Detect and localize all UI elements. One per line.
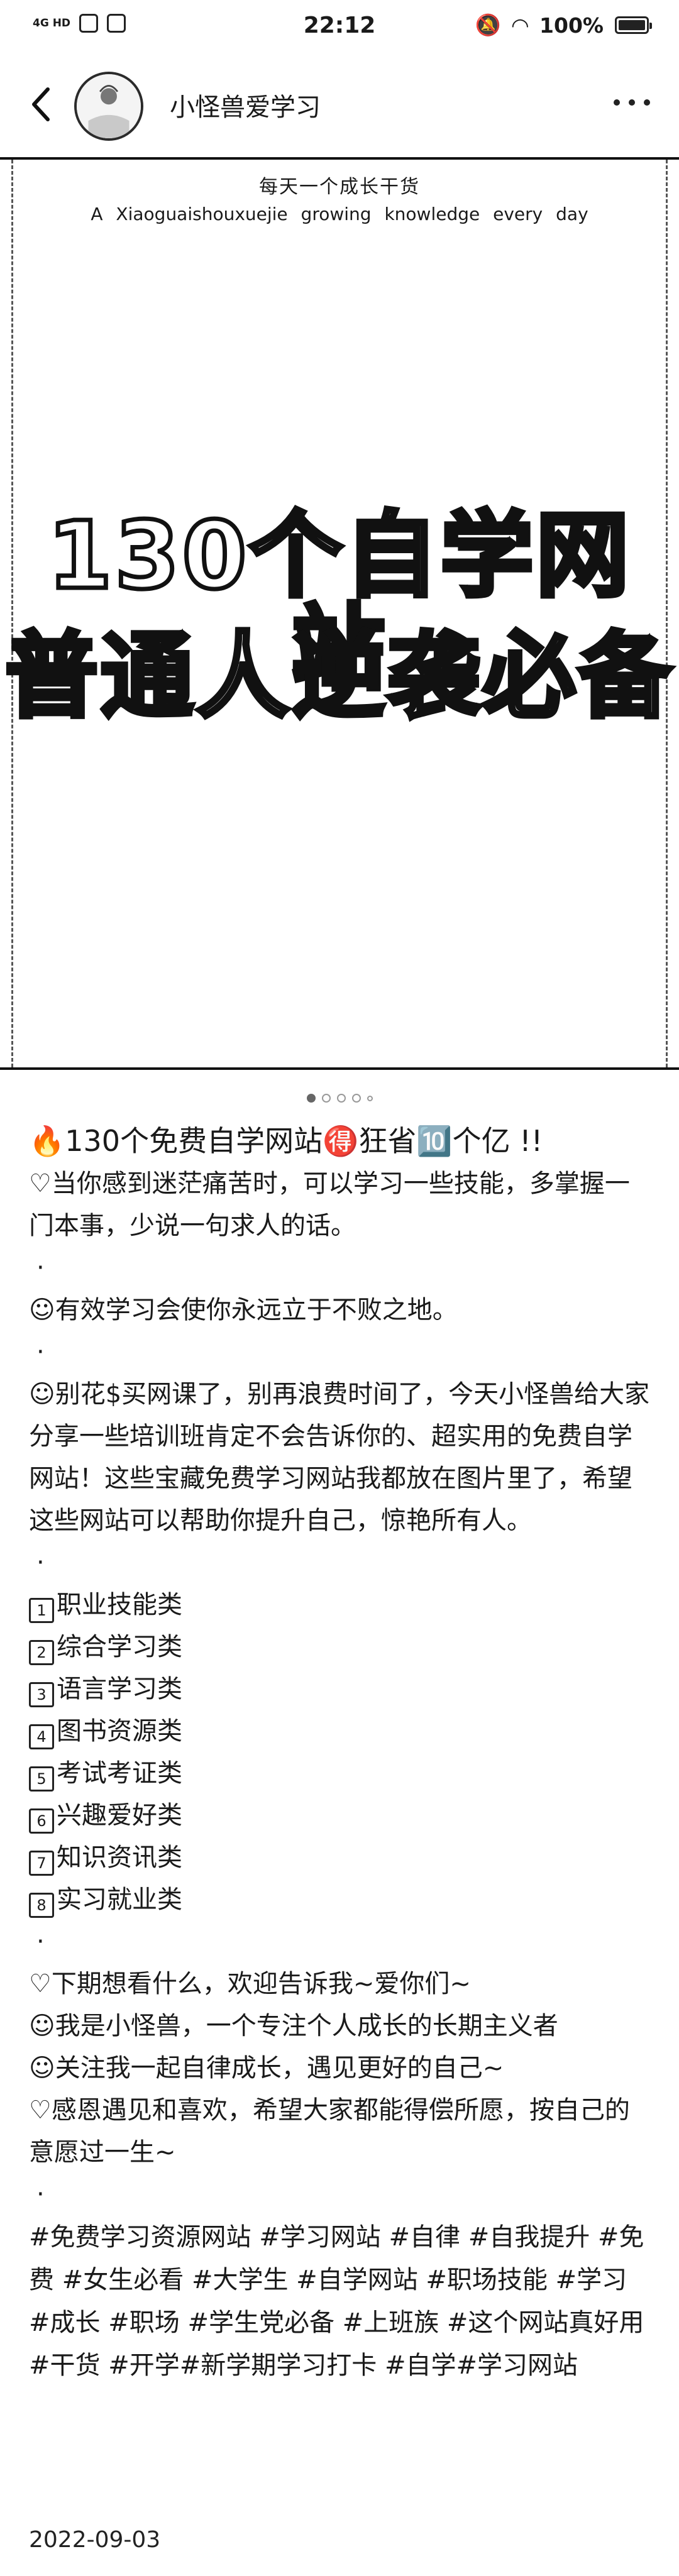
list-item: 8 实习就业类 [29,1879,651,1921]
image-headline-2: 普通人逆袭必备 [3,622,674,730]
image-subtitle-cn: 每天一个成长干货 [259,176,420,198]
status-bar: 4G HD 22:12 🔕 ◠ 100% [0,0,679,55]
number-badge-icon: 6 [29,1808,54,1834]
carousel-dot-active [306,1094,316,1103]
closing-line: ☺我是小怪兽，一个专注个人成长的长期主义者 [29,2012,558,2040]
carousel-dot [321,1094,331,1103]
category-label: 图书资源类 [57,1717,182,1746]
carousel-dot [367,1095,373,1101]
number-badge-icon: 2 [29,1640,54,1665]
closing-line: ♡感恩遇见和喜欢，希望大家都能得偿所愿，按自己的意愿过一生~ [29,2096,630,2167]
number-badge-icon: 7 [29,1851,54,1876]
list-item: 1 职业技能类 [29,1584,651,1626]
category-label: 综合学习类 [57,1632,182,1661]
number-badge-icon: 4 [29,1724,54,1749]
separator-dot: · [36,1253,45,1282]
more-dot-icon [644,99,650,106]
more-options-button[interactable] [614,99,650,106]
mute-icon: 🔕 [475,13,501,37]
paragraph-1: ♡当你感到迷茫痛苦时，可以学习一些技能，多掌握一门本事，少说一句求人的话。 [29,1169,630,1240]
closing-line: ♡下期想看什么，欢迎告诉我~爱你们~ [29,1969,471,1998]
category-label: 职业技能类 [57,1590,182,1619]
category-list: 1 职业技能类 2 综合学习类 3 语言学习类 4 图书资源类 5 考试考证类 6 兴趣爱好… [29,1584,651,1921]
list-item: 4 图书资源类 [29,1710,651,1753]
post-content: 🔥130个免费自学网站🉐狂省🔟个亿 !! ♡当你感到迷茫痛苦时，可以学习一些技能… [29,1119,651,2387]
category-label: 知识资讯类 [57,1843,182,1872]
more-dot-icon [629,99,635,106]
separator-dot: · [36,1338,45,1367]
carousel-indicator [0,1094,679,1103]
battery-icon [615,16,652,34]
post-title: 🔥130个免费自学网站🉐狂省🔟个亿 !! [29,1124,543,1158]
avatar-illustration [77,74,141,138]
number-badge-icon: 1 [29,1598,54,1623]
chevron-left-icon [32,87,50,121]
battery-level: 100% [539,13,604,38]
closing-line: ☺关注我一起自律成长，遇见更好的自己~ [29,2054,504,2083]
list-item: 2 综合学习类 [29,1626,651,1668]
list-item: 6 兴趣爱好类 [29,1795,651,1837]
category-label: 语言学习类 [57,1675,182,1704]
back-button[interactable] [23,85,60,123]
number-badge-icon: 8 [29,1893,54,1918]
category-label: 考试考证类 [57,1759,182,1788]
paragraph-3: ☺别花$买网课了，别再浪费时间了，今天小怪兽给大家分享一些培训班肯定不会告诉你的… [29,1380,650,1535]
post-date: 2022-09-03 [29,2527,161,2553]
post-header: 小怪兽爱学习 [0,63,679,151]
separator-dot: · [36,1548,45,1577]
number-badge-icon: 3 [29,1682,54,1707]
avatar[interactable] [74,72,143,141]
separator-dot: · [36,2180,45,2209]
category-label: 兴趣爱好类 [57,1801,182,1830]
list-item: 3 语言学习类 [29,1668,651,1710]
list-item: 7 知识资讯类 [29,1837,651,1879]
status-right: 🔕 ◠ 100% [475,13,652,38]
image-subtitle-en: A Xiaoguaishouxuejie growing knowledge e… [91,204,588,224]
list-item: 5 考试考证类 [29,1753,651,1795]
hashtag-list[interactable]: #免费学习资源网站 #学习网站 #自律 #自我提升 #免费 #女生必看 #大学生… [29,2216,651,2387]
post-image[interactable]: 每天一个成长干货 A Xiaoguaishouxuejie growing kn… [0,157,679,1070]
more-dot-icon [614,99,620,106]
category-label: 实习就业类 [57,1885,182,1914]
author-name[interactable]: 小怪兽爱学习 [170,87,321,123]
wifi-icon: ◠ [512,13,529,38]
separator-dot: · [36,1927,45,1956]
number-badge-icon: 5 [29,1766,54,1792]
paragraph-2: ☺有效学习会使你永远立于不败之地。 [29,1296,458,1324]
carousel-dot [336,1094,346,1103]
carousel-dot [351,1094,361,1103]
